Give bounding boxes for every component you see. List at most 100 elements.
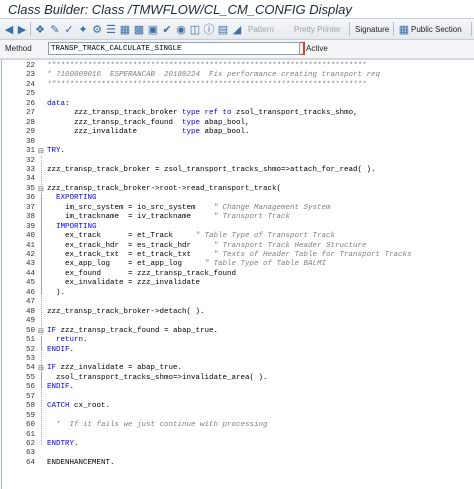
enhancement-icon[interactable]: ✔ (160, 21, 174, 37)
code-line[interactable]: 51 return. (0, 336, 474, 346)
code-line[interactable]: 26 data: (0, 100, 474, 110)
code-line[interactable]: 39 IMPORTING (0, 223, 474, 233)
line-number: 35 (25, 184, 35, 193)
code-line[interactable]: 32 (0, 157, 474, 167)
code-line[interactable]: 48 zzz_transp_track_broker->detach( ). (0, 308, 474, 318)
line-number: 55 (25, 373, 35, 382)
line-number: 48 (25, 307, 35, 316)
code-line[interactable]: 35 ⊟ zzz_transp_track_broker->root->read_t… (0, 185, 474, 195)
line-number: 57 (25, 392, 35, 401)
code-line[interactable]: 38 im_trackname = iv_trackname " Transpo… (0, 213, 474, 223)
line-number: 34 (25, 175, 35, 184)
line-number: 44 (25, 269, 35, 278)
method-name-field[interactable]: TRANSP_TRACK_CALCULATE_SINGLE (48, 42, 300, 55)
code-line[interactable]: 58 CATCH cx_root. (0, 402, 474, 412)
code-text: ex_invalidate = zzz_invalidate (47, 279, 201, 288)
line-number: 32 (25, 156, 35, 165)
line-number: 22 (25, 62, 35, 70)
line-number: 33 (25, 165, 35, 174)
line-number: 29 (25, 128, 35, 137)
code-line[interactable]: 53 (0, 355, 474, 365)
line-number: 39 (25, 222, 35, 231)
method-bar: Method TRANSP_TRACK_CALCULATE_SINGLE Act… (0, 40, 474, 59)
code-line[interactable]: 34 (0, 175, 474, 185)
code-line[interactable]: 37 im_src_system = io_src_system " Chang… (0, 204, 474, 214)
code-line[interactable]: 44 ex_found = zzz_transp_track_found (0, 270, 474, 280)
code-line[interactable]: 50 ⊟ IF zzz_transp_track_found = abap_true… (0, 327, 474, 337)
code-line[interactable]: 60 * If it fails we just continue with p… (0, 421, 474, 431)
pattern-button[interactable]: Pattern (248, 21, 274, 37)
code-line[interactable]: 22 *"************************************… (0, 62, 474, 72)
breakpoint-icon[interactable]: ◉ (174, 21, 188, 37)
code-text: zzz_transp_track_broker->detach( ). (47, 307, 205, 316)
code-line[interactable]: 59 (0, 412, 474, 422)
class-icon[interactable]: ▦ (397, 21, 411, 37)
code-line[interactable]: 36 EXPORTING (0, 194, 474, 204)
code-text: im_src_system = io_src_system " Change M… (47, 203, 331, 212)
code-text: *"**************************************… (47, 62, 367, 70)
display-object-list-icon[interactable]: ▩ (132, 21, 146, 37)
code-line[interactable]: 57 (0, 393, 474, 403)
split-screen-icon[interactable]: ◫ (188, 21, 202, 37)
code-line[interactable]: 40 ex_track = et_Track " Table Type of T… (0, 232, 474, 242)
line-number: 30 (25, 137, 35, 146)
window-title: Class Builder: Class /TMWFLOW/CL_CM_CONF… (8, 2, 352, 17)
fold-toggle-icon[interactable]: ⊟ (38, 148, 44, 156)
code-line[interactable]: 33 zzz_transp_track_broker = zsol_transpo… (0, 166, 474, 176)
code-line[interactable]: 23 * 7100009016 ESPERANCAB 20180224 Fix p… (0, 71, 474, 81)
activate-icon[interactable]: ✦ (76, 21, 90, 37)
public-section-button[interactable]: Public Section (411, 21, 462, 37)
code-line[interactable]: 27 zzz_transp_track_broker type ref to z… (0, 109, 474, 119)
code-line[interactable]: 47 (0, 298, 474, 308)
code-line[interactable]: 52 ENDIF. (0, 346, 474, 356)
code-text: ex_found = zzz_transp_track_found (47, 269, 237, 278)
code-line[interactable]: 46 ). (0, 289, 474, 299)
method-field-bracket (300, 42, 305, 55)
pencil-icon[interactable]: ✎ (48, 21, 62, 37)
line-number: 54 (25, 364, 35, 373)
code-line[interactable]: 62 ENDTRY. (0, 440, 474, 450)
code-line[interactable]: 63 (0, 449, 474, 459)
code-line[interactable]: 43 ex_app_log = et_app_log " Table Type … (0, 260, 474, 270)
code-line[interactable]: 55 zsol_transport_tracks_shmo=>invalidat… (0, 374, 474, 384)
signature-button[interactable]: Signature (355, 21, 389, 37)
code-text: zzz_invalidate type abap_bool. (47, 128, 250, 137)
code-text: EXPORTING (47, 194, 97, 203)
code-line[interactable]: 54 ⊟ IF zzz_invalidate = abap_true. (0, 364, 474, 374)
line-number: 62 (25, 440, 35, 448)
code-line[interactable]: 64 ENDENHANCEMENT. (0, 459, 474, 469)
code-line[interactable]: 56 ENDIF. (0, 383, 474, 393)
code-line[interactable]: 45 ex_invalidate = zzz_invalidate (0, 279, 474, 289)
code-text: CATCH cx_root. (47, 402, 111, 411)
pretty-printer-button[interactable]: Pretty Printer (294, 21, 341, 37)
check-icon[interactable]: ✓ (62, 21, 76, 37)
line-number: 64 (25, 458, 35, 467)
code-line[interactable]: 28 zzz_transp_track_found type abap_bool… (0, 119, 474, 129)
test-icon[interactable]: ⚙ (90, 21, 104, 37)
code-line[interactable]: 61 (0, 431, 474, 441)
code-text: *"**************************************… (47, 80, 367, 89)
code-line[interactable]: 49 (0, 317, 474, 327)
code-line[interactable]: 30 (0, 138, 474, 148)
forward-arrow-icon[interactable]: ▶ (16, 21, 28, 37)
code-text: IF zzz_transp_track_found = abap_true. (47, 326, 219, 335)
other-object-icon[interactable]: ❖ (33, 21, 47, 37)
line-number: 41 (25, 241, 35, 250)
where-used-icon[interactable]: ☰ (104, 21, 118, 37)
more-options-icon[interactable]: ▤ (216, 21, 230, 37)
code-line[interactable]: 41 ex_track_hdr = es_track_hdr " Transpo… (0, 242, 474, 252)
code-editor[interactable]: 22 *"************************************… (0, 59, 474, 489)
line-number: 52 (25, 345, 35, 354)
fold-guide-line (41, 335, 42, 351)
toolbar-divider (349, 22, 350, 36)
code-line[interactable]: 31 ⊟ TRY. (0, 147, 474, 157)
back-arrow-icon[interactable]: ◀ (3, 21, 15, 37)
code-line[interactable]: 29 zzz_invalidate type abap_bool. (0, 128, 474, 138)
navigation-window-icon[interactable]: ▣ (146, 21, 160, 37)
hierarchy-icon[interactable]: ▦ (118, 21, 132, 37)
code-line[interactable]: 25 (0, 90, 474, 100)
info-icon[interactable]: ⓘ (202, 21, 216, 37)
code-line[interactable]: 42 ex_track_txt = et_track_txt " Texts o… (0, 251, 474, 261)
code-line[interactable]: 24 *"************************************… (0, 81, 474, 91)
settings-icon[interactable]: ◢ (230, 21, 244, 37)
